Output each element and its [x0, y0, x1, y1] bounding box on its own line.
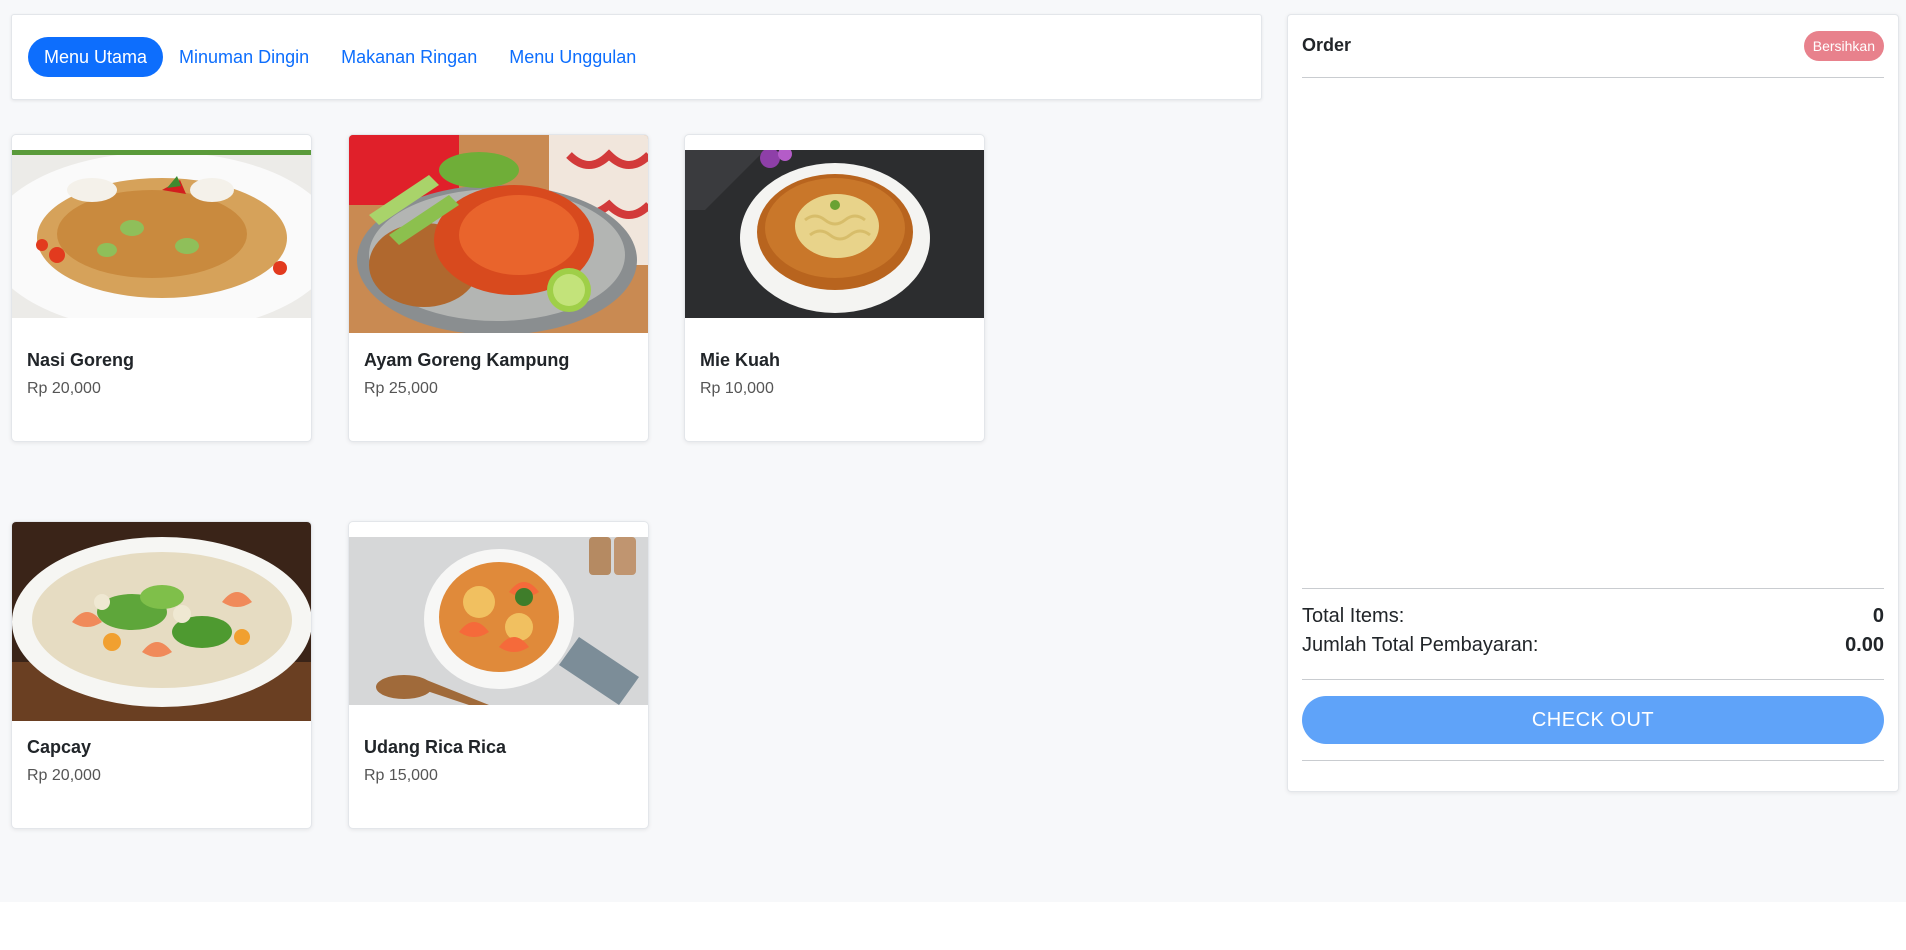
- order-title: Order: [1302, 35, 1352, 55]
- product-price: Rp 10,000: [700, 380, 774, 397]
- tab-minuman-dingin[interactable]: Minuman Dingin: [163, 37, 325, 77]
- divider: [1302, 588, 1884, 589]
- product-name: Ayam Goreng Kampung: [364, 350, 570, 370]
- footer-band: [0, 902, 1906, 950]
- total-payment-label: Jumlah Total Pembayaran:: [1302, 634, 1539, 656]
- product-name: Udang Rica Rica: [364, 737, 507, 757]
- product-card-mie-kuah[interactable]: Mie Kuah Rp 10,000: [684, 134, 985, 442]
- divider: [1302, 760, 1884, 761]
- product-price: Rp 20,000: [27, 380, 101, 397]
- total-items-value: 0: [1872, 605, 1884, 627]
- product-card-nasi-goreng[interactable]: Nasi Goreng Rp 20,000: [11, 134, 312, 442]
- product-card-capcay[interactable]: Capcay Rp 20,000: [11, 521, 312, 829]
- total-payment-value: 0.00: [1845, 634, 1884, 656]
- checkout-button[interactable]: CHECK OUT: [1302, 696, 1884, 744]
- product-price: Rp 20,000: [27, 767, 101, 784]
- tab-menu-unggulan[interactable]: Menu Unggulan: [493, 37, 652, 77]
- fried-chicken-photo: [349, 135, 648, 333]
- order-panel: Order Bersihkan Total Items: 0 Jumlah To…: [1287, 14, 1899, 792]
- stir-fry-vegetables-photo: [12, 522, 311, 721]
- total-payment-row: Jumlah Total Pembayaran: 0.00: [1302, 634, 1884, 657]
- tab-menu-utama[interactable]: Menu Utama: [28, 37, 164, 77]
- noodle-soup-photo: [685, 150, 984, 318]
- clear-order-button[interactable]: Bersihkan: [1803, 31, 1884, 61]
- product-card-ayam-goreng-kampung[interactable]: Ayam Goreng Kampung Rp 25,000: [348, 134, 649, 442]
- divider: [1302, 77, 1884, 78]
- spicy-shrimp-photo: [349, 537, 648, 705]
- product-price: Rp 15,000: [364, 767, 438, 784]
- product-name: Capcay: [27, 737, 92, 757]
- divider: [1302, 679, 1884, 680]
- product-name: Mie Kuah: [700, 350, 781, 370]
- fried-rice-photo: [12, 150, 311, 318]
- product-price: Rp 25,000: [364, 380, 438, 397]
- category-tabs: Menu Utama Minuman Dingin Makanan Ringan…: [11, 14, 1262, 100]
- tab-makanan-ringan[interactable]: Makanan Ringan: [325, 37, 493, 77]
- total-items-row: Total Items: 0: [1302, 605, 1884, 628]
- product-name: Nasi Goreng: [27, 350, 135, 370]
- total-items-label: Total Items:: [1302, 605, 1405, 627]
- product-card-udang-rica-rica[interactable]: Udang Rica Rica Rp 15,000: [348, 521, 649, 829]
